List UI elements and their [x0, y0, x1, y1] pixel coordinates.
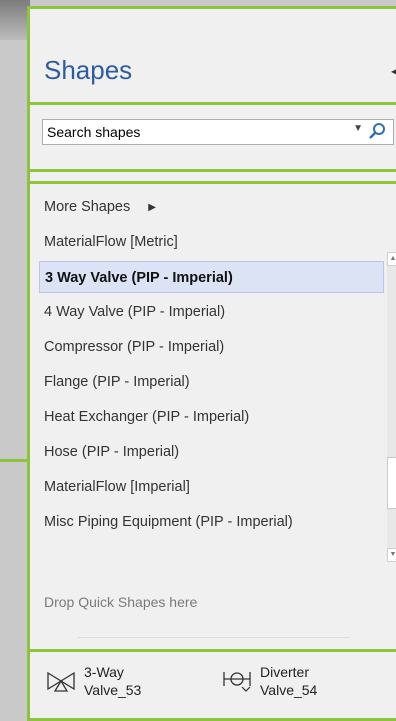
- search-box[interactable]: Search shapes ▼: [42, 119, 394, 145]
- section-divider: [30, 649, 396, 652]
- stencil-item[interactable]: MaterialFlow [Metric]: [39, 226, 384, 258]
- stencil-scrollbar[interactable]: ▲ ▼: [387, 252, 396, 562]
- more-shapes-label: More Shapes: [44, 199, 131, 215]
- master-label-line2: Valve_53: [84, 682, 142, 698]
- section-divider: [30, 169, 396, 172]
- stencil-item[interactable]: Hose (PIP - Imperial): [39, 436, 384, 468]
- master-label: Diverter Valve_54: [260, 663, 317, 699]
- search-icon[interactable]: [367, 121, 387, 141]
- search-dropdown-icon[interactable]: ▼: [353, 123, 363, 134]
- highlight-connector: [0, 459, 30, 462]
- scroll-down-icon[interactable]: ▼: [387, 548, 396, 562]
- master-three-way-valve[interactable]: 3-Way Valve_53: [46, 663, 196, 713]
- quick-shapes-separator: [78, 637, 350, 638]
- stencil-item[interactable]: 4 Way Valve (PIP - Imperial): [39, 296, 384, 328]
- stencil-item[interactable]: Heat Exchanger (PIP - Imperial): [39, 401, 384, 433]
- pane-title: Shapes: [44, 55, 133, 85]
- search-input[interactable]: Search shapes: [47, 124, 140, 140]
- chevron-right-icon: ▶: [148, 202, 156, 213]
- diverter-valve-icon: [223, 672, 251, 692]
- stencil-item-selected[interactable]: 3 Way Valve (PIP - Imperial): [39, 261, 384, 293]
- stencil-item[interactable]: Misc Piping Equipment (PIP - Imperial): [39, 506, 384, 538]
- master-diverter-valve[interactable]: Diverter Valve_54: [222, 663, 392, 713]
- window-backdrop: [0, 0, 30, 40]
- scroll-up-icon[interactable]: ▲: [387, 252, 396, 266]
- three-way-valve-icon: [47, 671, 75, 692]
- section-divider: [30, 102, 396, 105]
- master-label-line1: Diverter: [260, 664, 310, 680]
- master-label-line2: Valve_54: [260, 682, 318, 698]
- quick-shapes-hint: Drop Quick Shapes here: [44, 594, 198, 610]
- scroll-thumb[interactable]: [387, 457, 396, 509]
- section-divider: [30, 181, 396, 184]
- pin-icon[interactable]: ◂: [391, 61, 396, 81]
- shapes-pane: Shapes ◂ Search shapes ▼ More Shapes ▶ M…: [27, 6, 396, 721]
- stencil-item[interactable]: Flange (PIP - Imperial): [39, 366, 384, 398]
- master-label: 3-Way Valve_53: [84, 663, 141, 699]
- more-shapes-menu[interactable]: More Shapes ▶: [39, 191, 384, 223]
- stencil-item[interactable]: Compressor (PIP - Imperial): [39, 331, 384, 363]
- stencil-item[interactable]: MaterialFlow [Imperial]: [39, 471, 384, 503]
- master-label-line1: 3-Way: [84, 664, 124, 680]
